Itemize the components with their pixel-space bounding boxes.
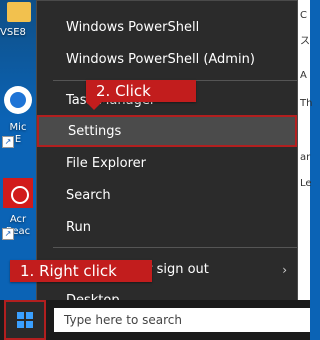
desktop-item-acrobat[interactable]: Acr Reac ↗ — [0, 178, 36, 240]
menu-item-file-explorer[interactable]: File Explorer — [37, 147, 297, 179]
menu-item-run[interactable]: Run — [37, 211, 297, 243]
desktop-item-edge[interactable]: Mic E ↗ — [0, 86, 36, 148]
folder-icon — [7, 2, 31, 22]
shortcut-arrow-icon: ↗ — [2, 228, 14, 240]
desktop-label: Acr — [9, 214, 27, 225]
callout-step-2: 2. Click — [86, 80, 196, 102]
taskbar: Type here to search — [0, 300, 310, 340]
window-text-fragment: A — [300, 70, 307, 81]
menu-item-windows-powershell-admin[interactable]: Windows PowerShell (Admin) — [37, 43, 297, 75]
menu-item-search[interactable]: Search — [37, 179, 297, 211]
window-text-fragment: ス — [300, 36, 310, 47]
windows-logo-icon — [17, 312, 33, 328]
window-text-fragment: ar — [300, 152, 311, 163]
menu-item-windows-powershell[interactable]: Windows PowerShell — [37, 11, 297, 43]
callout-step-1: 1. Right click — [10, 260, 152, 282]
desktop-label: VSE8 — [0, 27, 26, 38]
shortcut-arrow-icon: ↗ — [2, 136, 14, 148]
menu-item-settings[interactable]: Settings — [37, 115, 297, 147]
edge-browser-icon — [4, 86, 32, 114]
callout-pointer — [86, 102, 102, 110]
background-window-edge: C ス A Th ar Le — [298, 0, 313, 340]
menu-divider — [53, 247, 297, 248]
chevron-right-icon: › — [282, 263, 287, 277]
acrobat-icon — [3, 178, 33, 208]
window-text-fragment: Th — [300, 98, 313, 109]
taskbar-search-box[interactable]: Type here to search — [54, 308, 310, 332]
start-button[interactable] — [4, 300, 46, 340]
desktop-background-left — [0, 0, 36, 340]
desktop-label: Mic — [9, 122, 27, 133]
window-text-fragment: C — [300, 10, 307, 21]
window-text-fragment: Le — [300, 178, 312, 189]
search-placeholder: Type here to search — [64, 313, 182, 327]
